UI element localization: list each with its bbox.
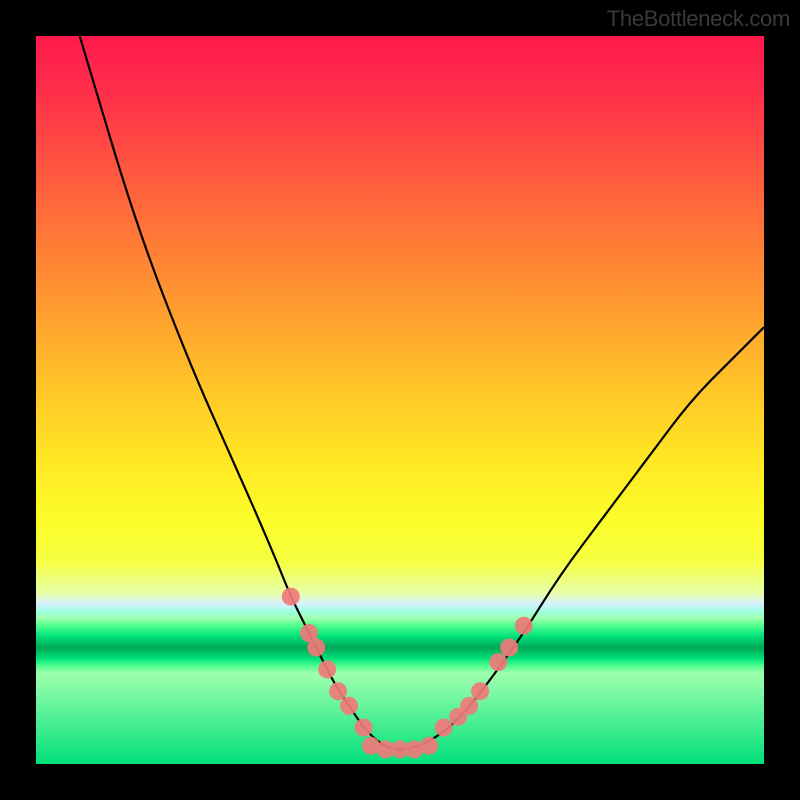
marker-dot: [355, 719, 373, 737]
marker-dot: [420, 737, 438, 755]
bottleneck-curve: [80, 36, 764, 749]
marker-dot: [307, 639, 325, 657]
marker-dot: [460, 697, 478, 715]
marker-dot: [318, 660, 336, 678]
chart-svg: [36, 36, 764, 764]
marker-dot: [500, 639, 518, 657]
bottleneck-curve-path: [80, 36, 764, 749]
plot-area: [36, 36, 764, 764]
marker-dot: [489, 653, 507, 671]
marker-dot: [329, 682, 347, 700]
marker-dot: [515, 617, 533, 635]
attribution-label: TheBottleneck.com: [607, 6, 790, 32]
marker-dot: [282, 588, 300, 606]
marker-dot: [435, 719, 453, 737]
chart-frame: TheBottleneck.com: [0, 0, 800, 800]
marker-dot: [340, 697, 358, 715]
marker-dot: [471, 682, 489, 700]
